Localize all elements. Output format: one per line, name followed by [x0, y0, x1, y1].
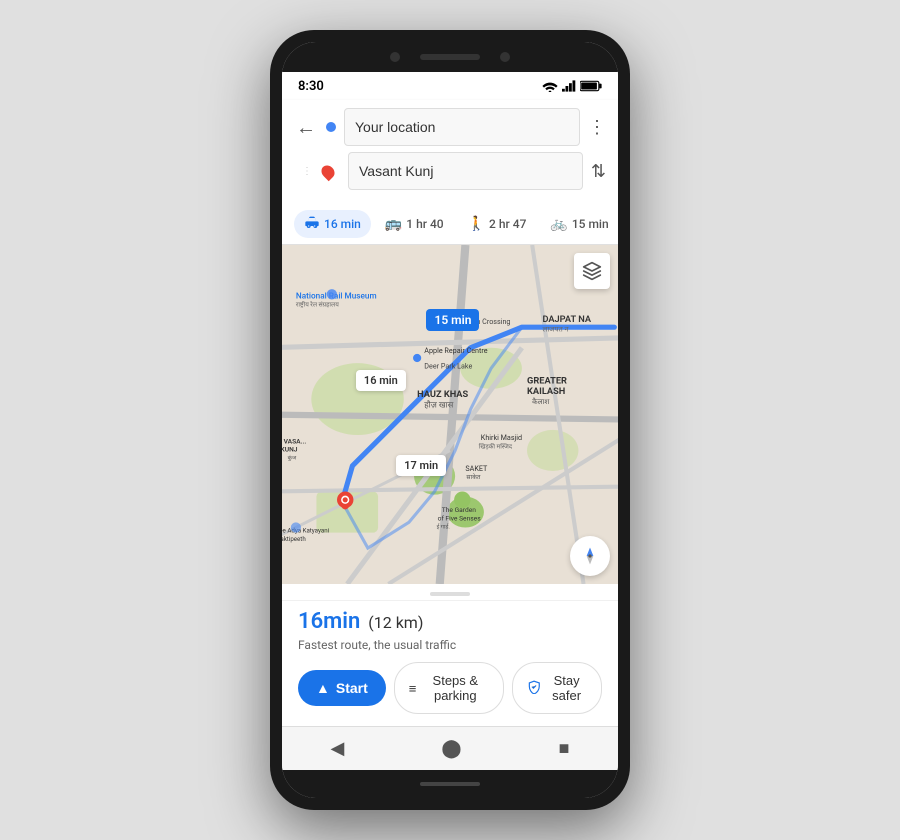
svg-text:लाजपत न: लाजपत न — [542, 324, 569, 333]
tab-bike-label: 15 min — [572, 217, 609, 231]
bottom-nav: ◀ ⬤ ■ — [282, 726, 618, 770]
stay-safer-button[interactable]: Stay safer — [512, 662, 602, 714]
route-indicator — [326, 122, 336, 132]
svg-text:of Five Senses: of Five Senses — [438, 514, 482, 522]
swap-button[interactable]: ⇅ — [591, 161, 606, 182]
svg-text:Shree Adya Katyayani: Shree Adya Katyayani — [282, 527, 330, 535]
phone-device: 8:30 — [270, 30, 630, 810]
more-options-button[interactable]: ⋮ — [588, 117, 606, 138]
drag-handle — [430, 592, 470, 596]
route-badge-16: 16 min — [356, 370, 406, 391]
nav-back-button[interactable]: ◀ — [319, 734, 357, 763]
start-button[interactable]: ▲ Start — [298, 670, 386, 706]
tab-drive-label: 16 min — [324, 217, 361, 231]
nav-home-button[interactable]: ⬤ — [429, 734, 473, 763]
phone-bottom-bar — [282, 770, 618, 798]
svg-text:Shaktipeeth: Shaktipeeth — [282, 535, 306, 543]
tab-drive[interactable]: 16 min — [294, 210, 371, 238]
bike-icon: 🚲 — [550, 216, 567, 232]
svg-text:VASA...: VASA... — [284, 437, 307, 445]
route-time: 16min — [298, 609, 360, 634]
phone-screen: 8:30 — [282, 42, 618, 798]
drive-icon — [304, 216, 320, 232]
bottom-panel: 16min (12 km) Fastest route, the usual t… — [282, 600, 618, 726]
svg-text:Khirki Masjid: Khirki Masjid — [481, 433, 522, 442]
tab-walk-label: 2 hr 47 — [489, 217, 526, 231]
walk-icon: 🚶 — [468, 216, 485, 232]
svg-text:राष्ट्रीय रेल संग्रहालय: राष्ट्रीय रेल संग्रहालय — [296, 301, 339, 309]
status-bar: 8:30 — [282, 72, 618, 100]
transit-icon: 🚌 — [385, 216, 402, 232]
shield-icon — [527, 680, 541, 697]
svg-text:SAKET: SAKET — [465, 464, 488, 473]
svg-text:KUNJ: KUNJ — [282, 445, 298, 453]
tab-walk[interactable]: 🚶 2 hr 47 — [458, 210, 537, 238]
destination-dot — [319, 163, 337, 181]
origin-input[interactable] — [344, 108, 580, 146]
front-sensor — [500, 52, 510, 62]
spacer: ⋮ — [294, 166, 314, 177]
route-info-row: 16min (12 km) — [298, 609, 602, 634]
nav-header: ← ⋮ ⋮ ⇅ — [282, 100, 618, 204]
svg-text:हौज़ खास: हौज़ खास — [424, 399, 453, 410]
map-area[interactable]: National Rail Museum राष्ट्रीय रेल संग्र… — [282, 245, 618, 584]
svg-text:ई गार्ड.: ई गार्ड. — [437, 523, 451, 531]
svg-text:HAUZ KHAS: HAUZ KHAS — [417, 389, 468, 400]
svg-text:KAILASH: KAILASH — [527, 386, 565, 397]
compass-icon — [580, 546, 600, 566]
start-icon: ▲ — [316, 680, 330, 696]
svg-text:कुंज: कुंज — [288, 455, 297, 462]
layers-icon — [582, 261, 602, 281]
map-svg: National Rail Museum राष्ट्रीय रेल संग्र… — [282, 245, 618, 584]
map-layers-button[interactable] — [574, 253, 610, 289]
tab-transit[interactable]: 🚌 1 hr 40 — [375, 210, 454, 238]
svg-text:Apple Repair Centre: Apple Repair Centre — [424, 346, 487, 355]
signal-icon — [562, 80, 576, 92]
route-description: Fastest route, the usual traffic — [298, 638, 602, 652]
phone-speaker — [420, 54, 480, 60]
steps-parking-button[interactable]: ≡ Steps & parking — [394, 662, 504, 714]
route-distance: (12 km) — [368, 613, 423, 632]
front-camera — [390, 52, 400, 62]
destination-input[interactable] — [348, 152, 583, 190]
steps-icon: ≡ — [409, 681, 417, 696]
destination-row: ⋮ ⇅ — [294, 152, 606, 190]
tab-bike[interactable]: 🚲 15 min — [540, 210, 618, 238]
svg-text:खिड़की मस्जिद: खिड़की मस्जिद — [479, 442, 513, 450]
tab-transit-label: 1 hr 40 — [406, 217, 443, 231]
phone-top-bar — [282, 42, 618, 72]
origin-row: ← ⋮ — [294, 108, 606, 146]
dest-indicator — [322, 163, 334, 179]
action-buttons: ▲ Start ≡ Steps & parking Stay safer — [298, 662, 602, 714]
origin-dot — [326, 122, 336, 132]
battery-icon — [580, 80, 602, 92]
svg-text:Deer Park Lake: Deer Park Lake — [424, 361, 472, 370]
status-time: 8:30 — [298, 79, 324, 94]
svg-text:साकेत: साकेत — [466, 473, 480, 481]
svg-text:कैलाश: कैलाश — [532, 397, 549, 406]
route-badge-17: 17 min — [396, 455, 446, 476]
bottom-indicator — [420, 782, 480, 786]
status-icons — [542, 80, 602, 92]
wifi-icon — [542, 80, 558, 92]
nav-recents-button[interactable]: ■ — [547, 734, 582, 763]
route-badge-15: 15 min — [426, 309, 479, 331]
back-button[interactable]: ← — [294, 113, 318, 142]
map-compass-button[interactable] — [570, 536, 610, 576]
svg-text:The Garden: The Garden — [442, 506, 476, 514]
transport-tabs: 16 min 🚌 1 hr 40 🚶 2 hr 47 🚲 15 min — [282, 204, 618, 245]
